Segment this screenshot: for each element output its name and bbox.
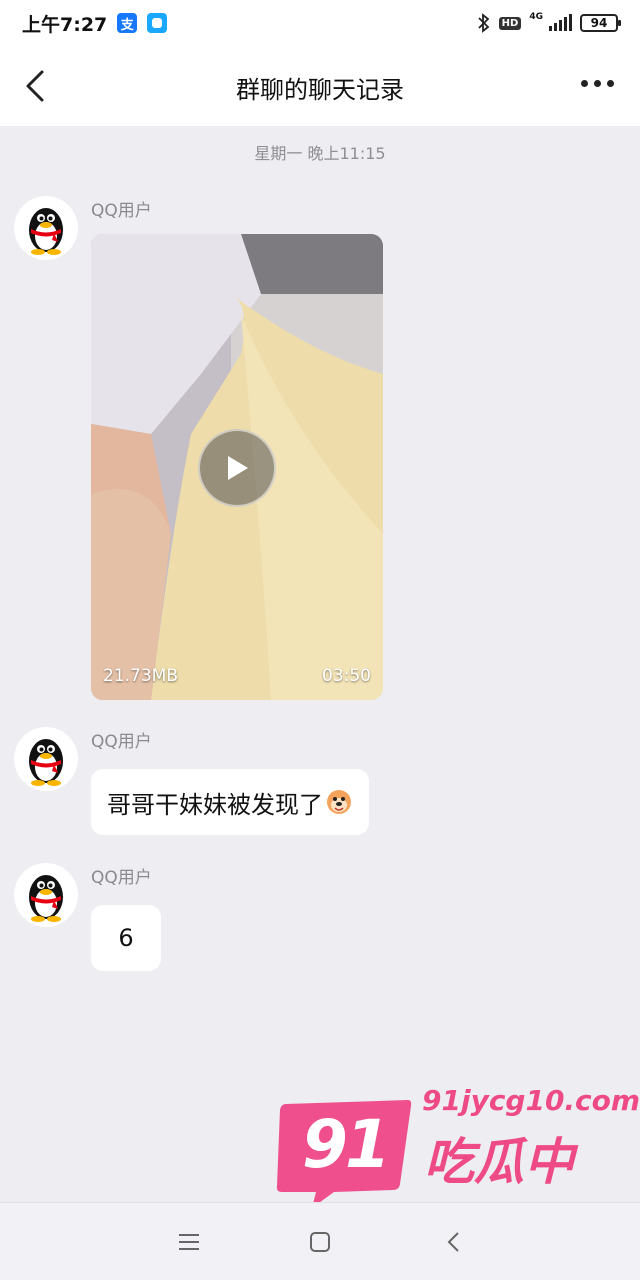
- message-text: 6: [118, 924, 134, 952]
- watermark-url: 91jycg10.com: [422, 1084, 640, 1117]
- nav-header: 群聊的聊天记录: [0, 46, 640, 126]
- penguin-avatar-icon: [29, 875, 63, 922]
- system-nav-bar: [0, 1202, 640, 1280]
- avatar[interactable]: [14, 196, 78, 260]
- video-message[interactable]: 21.73MB 03:50: [91, 234, 383, 700]
- status-right: HD 4G 94: [477, 12, 621, 33]
- message-bubble[interactable]: 哥哥干妹妹被发现了: [91, 769, 369, 835]
- video-size: 21.73MB: [103, 666, 178, 686]
- avatar[interactable]: [14, 863, 78, 927]
- penguin-avatar-icon: [29, 739, 63, 786]
- video-duration: 03:50: [322, 666, 371, 686]
- page-title: 群聊的聊天记录: [236, 76, 404, 104]
- play-icon: [228, 456, 248, 480]
- sender-name: QQ用户: [91, 868, 152, 888]
- chat-timestamp: 星期一 晚上11:15: [254, 144, 386, 163]
- message-text: 哥哥干妹妹被发现了: [107, 790, 323, 819]
- play-button[interactable]: [198, 429, 276, 507]
- sender-name: QQ用户: [91, 201, 152, 221]
- more-dots-icon[interactable]: [581, 80, 614, 87]
- status-left: 上午7:27 支: [22, 10, 168, 37]
- app-icon: [147, 13, 168, 33]
- sender-name: QQ用户: [91, 732, 152, 752]
- bluetooth-icon: [478, 13, 490, 33]
- message-text: QQ用户 6: [14, 863, 614, 973]
- hd-icon: HD: [498, 16, 522, 30]
- message-text: QQ用户 哥哥干妹妹被发现了: [14, 727, 614, 837]
- network-label: 4G: [529, 12, 543, 22]
- status-bar: 上午7:27 支 HD 4G 94: [0, 0, 640, 46]
- alipay-icon: 支: [117, 13, 138, 33]
- battery-icon: 94: [580, 14, 621, 32]
- home-square-icon[interactable]: [307, 1229, 333, 1255]
- back-arrow-icon[interactable]: [441, 1229, 467, 1255]
- message-bubble[interactable]: 6: [91, 905, 161, 971]
- watermark: 91 91jycg10.com 吃瓜中心: [272, 1084, 640, 1263]
- dog-face-emoji-icon: [327, 790, 351, 814]
- message-video: QQ用户 21.73MB 03:50: [14, 196, 614, 706]
- status-time: 上午7:27: [22, 13, 108, 36]
- menu-icon[interactable]: [176, 1229, 202, 1255]
- penguin-avatar-icon: [29, 208, 63, 255]
- signal-icon: [549, 14, 572, 31]
- watermark-number: 91: [302, 1106, 391, 1183]
- avatar[interactable]: [14, 727, 78, 791]
